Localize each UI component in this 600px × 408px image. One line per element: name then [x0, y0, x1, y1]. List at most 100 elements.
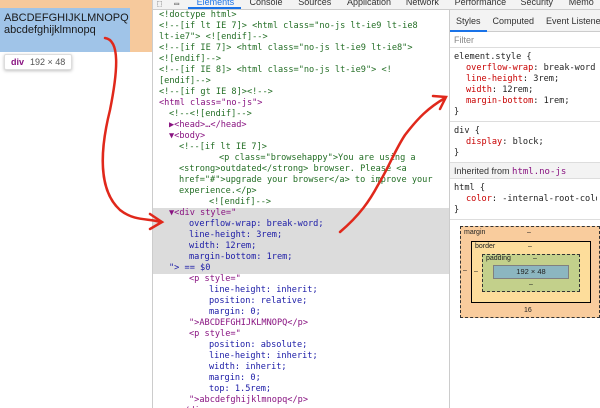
dom-node-line[interactable]: <!--[if gt IE 8]><!--> — [153, 87, 449, 98]
margin-top-value[interactable]: – — [527, 229, 531, 236]
css-property[interactable]: display — [466, 137, 502, 147]
rule-selector: element.style { — [454, 52, 532, 62]
dom-node-line[interactable]: <![endif]--> — [153, 197, 449, 208]
dom-node-line[interactable]: position: absolute; — [153, 340, 449, 351]
css-declaration[interactable]: width: 12rem; — [454, 85, 597, 96]
dom-node-text: line-height: 3rem; — [189, 230, 283, 240]
dom-node-line[interactable]: <p class="browsehappy">You are using a — [153, 153, 449, 164]
dom-node-line[interactable]: width: inherit; — [153, 362, 449, 373]
dom-node-text: <!--[if lt IE 7]> <html class="no-js lt-… — [159, 21, 418, 31]
dom-node-text: line-height: inherit; — [209, 285, 318, 295]
inherited-from-link[interactable]: html.no-js — [512, 167, 566, 177]
inherited-header: Inherited from html.no-js — [450, 163, 600, 179]
device-toolbar-icon[interactable]: ▭ — [174, 0, 183, 9]
css-property[interactable]: color — [466, 194, 492, 204]
dom-node-text: width: 12rem; — [189, 241, 257, 251]
dom-node-line[interactable]: width: 12rem; — [153, 241, 449, 252]
box-model-content[interactable]: 192 × 48 — [493, 265, 569, 279]
css-property[interactable]: width — [466, 85, 492, 95]
dom-node-line[interactable]: margin: 0; — [153, 307, 449, 318]
css-declaration[interactable]: line-height: 3rem; — [454, 74, 597, 85]
dom-node-line[interactable]: <p style=" — [153, 329, 449, 340]
dom-node-line[interactable]: <!--[if IE 7]> <html class="no-js lt-ie9… — [153, 43, 449, 54]
tab-elements[interactable]: Elements — [187, 0, 241, 9]
dom-node-line[interactable]: lt-ie7"> <![endif]--> — [153, 32, 449, 43]
rule-close: } — [454, 107, 460, 117]
border-left-value[interactable]: – — [474, 268, 478, 275]
rule-element-style[interactable]: element.style { overflow-wrap: break-wor… — [450, 48, 600, 122]
css-property[interactable]: margin-bottom — [466, 96, 533, 106]
padding-top-value[interactable]: – — [533, 255, 537, 262]
tab-network[interactable]: Network — [397, 0, 446, 9]
css-declaration[interactable]: display: block; — [454, 137, 597, 148]
margin-left-value[interactable]: – — [463, 267, 467, 274]
tab-performance[interactable]: Performance — [446, 0, 512, 9]
css-declaration[interactable]: color: -internal-root-color; — [454, 194, 597, 205]
css-declaration[interactable]: margin-bottom: 1rem; — [454, 96, 597, 107]
dom-node-line[interactable]: line-height: 3rem; — [153, 230, 449, 241]
dom-node-line[interactable]: ▶<head>…</head> — [153, 120, 449, 131]
dom-node-line[interactable]: ▼<div style=" — [153, 208, 449, 219]
dom-node-text: <p class="browsehappy">You are using a — [219, 153, 416, 163]
css-value[interactable]: 3rem; — [533, 74, 559, 84]
dom-node-line[interactable]: ">abcdefghijklmnopq</p> — [153, 395, 449, 406]
dom-node-line[interactable]: margin: 0; — [153, 373, 449, 384]
inspect-icon[interactable]: ⬚ — [157, 0, 166, 9]
css-value[interactable]: break-word; — [544, 63, 597, 73]
dom-node-line[interactable]: [endif]--> — [153, 76, 449, 87]
dom-node-line[interactable]: line-height: inherit; — [153, 351, 449, 362]
css-property[interactable]: overflow-wrap — [466, 63, 533, 73]
tab-console[interactable]: Console — [241, 0, 290, 9]
tab-memo[interactable]: Memo — [560, 0, 600, 9]
dom-node-line[interactable]: top: 1.5rem; — [153, 384, 449, 395]
dom-node-line[interactable]: <!--[if lt IE 7]> <html class="no-js lt-… — [153, 21, 449, 32]
dom-node-text: width: inherit; — [209, 362, 287, 372]
dom-node-line[interactable]: experience.</p> — [153, 186, 449, 197]
css-property[interactable]: line-height — [466, 74, 523, 84]
preview-text-uppercase: ABCDEFGHIJKLMNOPQ — [4, 12, 129, 24]
content-bottom-value: – — [529, 281, 533, 288]
devtools-panel: ⬚ ▭ Elements Console Sources Application Net… — [152, 0, 600, 408]
sidetab-event-listene[interactable]: Event Listene — [540, 10, 600, 32]
dom-node-line[interactable]: <!--<![endif]--> — [153, 109, 449, 120]
dom-node-line[interactable]: "> == $0 — [153, 263, 449, 274]
dom-node-text: experience.</p> — [179, 186, 257, 196]
dom-node-text: [endif]--> — [159, 76, 211, 86]
padding-label: padding — [486, 255, 511, 262]
border-top-value[interactable]: – — [528, 243, 532, 250]
dom-node-text: ▼<body> — [169, 131, 206, 141]
dom-node-line[interactable]: ">ABCDEFGHIJKLMNOPQ</p> — [153, 318, 449, 329]
styles-sidepanel: Styles Computed Event Listene Filter eleme… — [449, 10, 600, 408]
dom-node-line[interactable]: <strong>outdated</strong> browser. Pleas… — [153, 164, 449, 175]
rule-html[interactable]: html { color: -internal-root-color; } — [450, 179, 600, 220]
element-tooltip: div 192 × 48 — [4, 54, 73, 70]
css-value[interactable]: 12rem; — [502, 85, 533, 95]
styles-filter-input[interactable]: Filter — [450, 32, 600, 48]
dom-node-line[interactable]: <html class="no-js"> — [153, 98, 449, 109]
dom-node-line[interactable]: <![endif]--> — [153, 54, 449, 65]
dom-node-line[interactable]: position: relative; — [153, 296, 449, 307]
rule-close: } — [454, 205, 460, 215]
sidetab-styles[interactable]: Styles — [450, 10, 487, 32]
dom-node-line[interactable]: <!--[if IE 8]> <html class="no-js lt-ie9… — [153, 65, 449, 76]
dom-node-line[interactable]: line-height: inherit; — [153, 285, 449, 296]
rule-div[interactable]: div { display: block; } — [450, 122, 600, 163]
dom-node-line[interactable]: ▼<body> — [153, 131, 449, 142]
dom-node-line[interactable]: overflow-wrap: break-word; — [153, 219, 449, 230]
elements-tree[interactable]: <!doctype html> <!--[if lt IE 7]> <html c… — [153, 10, 449, 408]
dom-node-line[interactable]: margin-bottom: 1rem; — [153, 252, 449, 263]
dom-node-line[interactable]: href="#">upgrade your browser</a> to imp… — [153, 175, 449, 186]
tab-application[interactable]: Application — [338, 0, 397, 9]
css-value[interactable]: 1rem; — [544, 96, 570, 106]
css-value[interactable]: -internal-root-color; — [502, 194, 597, 204]
tab-sources[interactable]: Sources — [289, 0, 338, 9]
dom-node-line[interactable]: <!doctype html> — [153, 10, 449, 21]
dom-node-text: margin: 0; — [209, 307, 261, 317]
dom-node-line[interactable]: <!--[if lt IE 7]> — [153, 142, 449, 153]
css-declaration[interactable]: overflow-wrap: break-word; — [454, 63, 597, 74]
margin-bottom-value[interactable]: 16 — [524, 307, 532, 314]
dom-node-line[interactable]: <p style=" — [153, 274, 449, 285]
css-value[interactable]: block; — [513, 137, 544, 147]
tab-security[interactable]: Security — [512, 0, 560, 9]
sidetab-computed[interactable]: Computed — [487, 10, 541, 32]
